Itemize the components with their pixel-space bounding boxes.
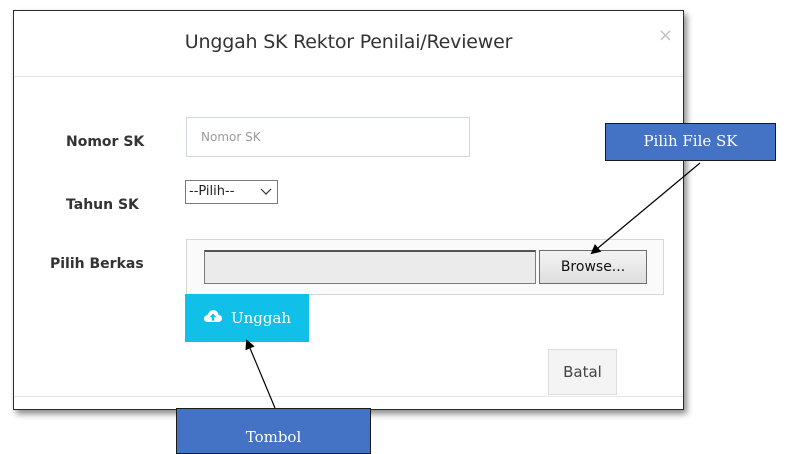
browse-button[interactable]: Browse... <box>539 250 647 284</box>
pilih-file-callout: Pilih File SK <box>605 123 776 161</box>
nomor-sk-label: Nomor SK <box>66 134 145 150</box>
tombol-callout: Tombol <box>176 408 371 454</box>
unggah-button-label: Unggah <box>230 309 292 327</box>
cloud-upload-icon <box>203 308 223 328</box>
nomor-sk-input[interactable] <box>186 117 470 157</box>
batal-button[interactable]: Batal <box>548 349 617 395</box>
close-button[interactable]: × <box>658 25 673 46</box>
chevron-down-icon <box>260 181 272 211</box>
file-input-group: Browse... <box>186 239 664 295</box>
modal-title: Unggah SK Rektor Penilai/Reviewer <box>184 31 513 53</box>
modal-header: Unggah SK Rektor Penilai/Reviewer × <box>14 11 683 77</box>
tahun-sk-selected-value: --Pilih-- <box>189 184 235 199</box>
pilih-berkas-label: Pilih Berkas <box>50 256 144 272</box>
stage: Unggah SK Rektor Penilai/Reviewer × Nomo… <box>0 0 792 454</box>
file-path-field[interactable] <box>204 250 536 284</box>
tahun-sk-label: Tahun SK <box>66 197 139 213</box>
tahun-sk-select[interactable]: --Pilih-- <box>185 180 278 204</box>
modal-footer-divider <box>14 396 683 397</box>
upload-sk-modal: Unggah SK Rektor Penilai/Reviewer × Nomo… <box>13 10 684 410</box>
unggah-button[interactable]: Unggah <box>185 294 309 342</box>
